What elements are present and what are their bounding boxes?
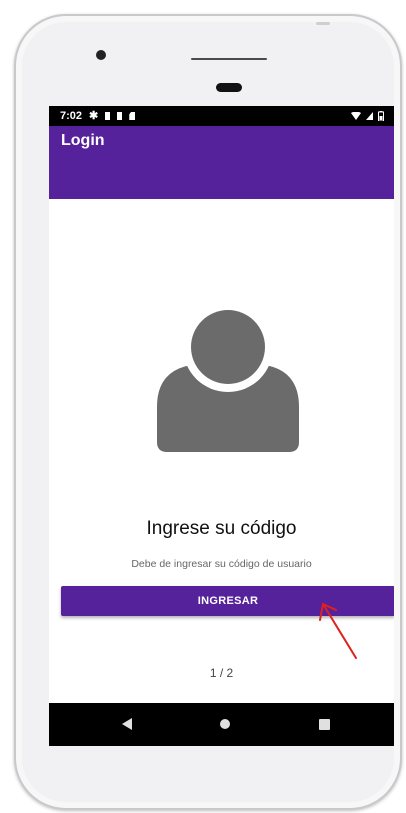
- app-bar: Login: [49, 126, 394, 199]
- back-icon[interactable]: [122, 718, 132, 730]
- status-bar-left: 7:02 ✱: [60, 109, 136, 122]
- front-camera: [96, 50, 106, 60]
- wifi-icon: [351, 112, 361, 120]
- user-avatar-icon: [157, 302, 299, 452]
- gear-icon: ✱: [89, 109, 99, 122]
- home-icon[interactable]: [220, 719, 230, 729]
- notification-block-icon: [105, 112, 111, 120]
- notification-block-icon: [117, 112, 123, 120]
- phone-earpiece: [216, 83, 242, 92]
- page-subtitle: Debe de ingresar su código de usuario: [131, 558, 312, 570]
- battery-icon: [378, 111, 384, 121]
- status-bar: 7:02 ✱: [49, 106, 394, 126]
- sd-card-icon: [129, 112, 136, 120]
- red-arrow-annotation: [319, 603, 357, 659]
- signal-icon: [366, 112, 373, 120]
- status-bar-right: [351, 111, 384, 121]
- app-bar-title: Login: [61, 132, 105, 149]
- phone-frame: 7:02 ✱ Login Ingrese su código Debe de i…: [14, 14, 402, 810]
- status-time: 7:02: [60, 110, 83, 122]
- page-title: Ingrese su código: [146, 518, 297, 539]
- phone-speaker-line: [191, 58, 267, 60]
- page-indicator: 1 / 2: [209, 666, 234, 680]
- phone-top-button: [316, 22, 330, 25]
- navigation-bar: [49, 703, 394, 746]
- recents-icon[interactable]: [319, 719, 330, 730]
